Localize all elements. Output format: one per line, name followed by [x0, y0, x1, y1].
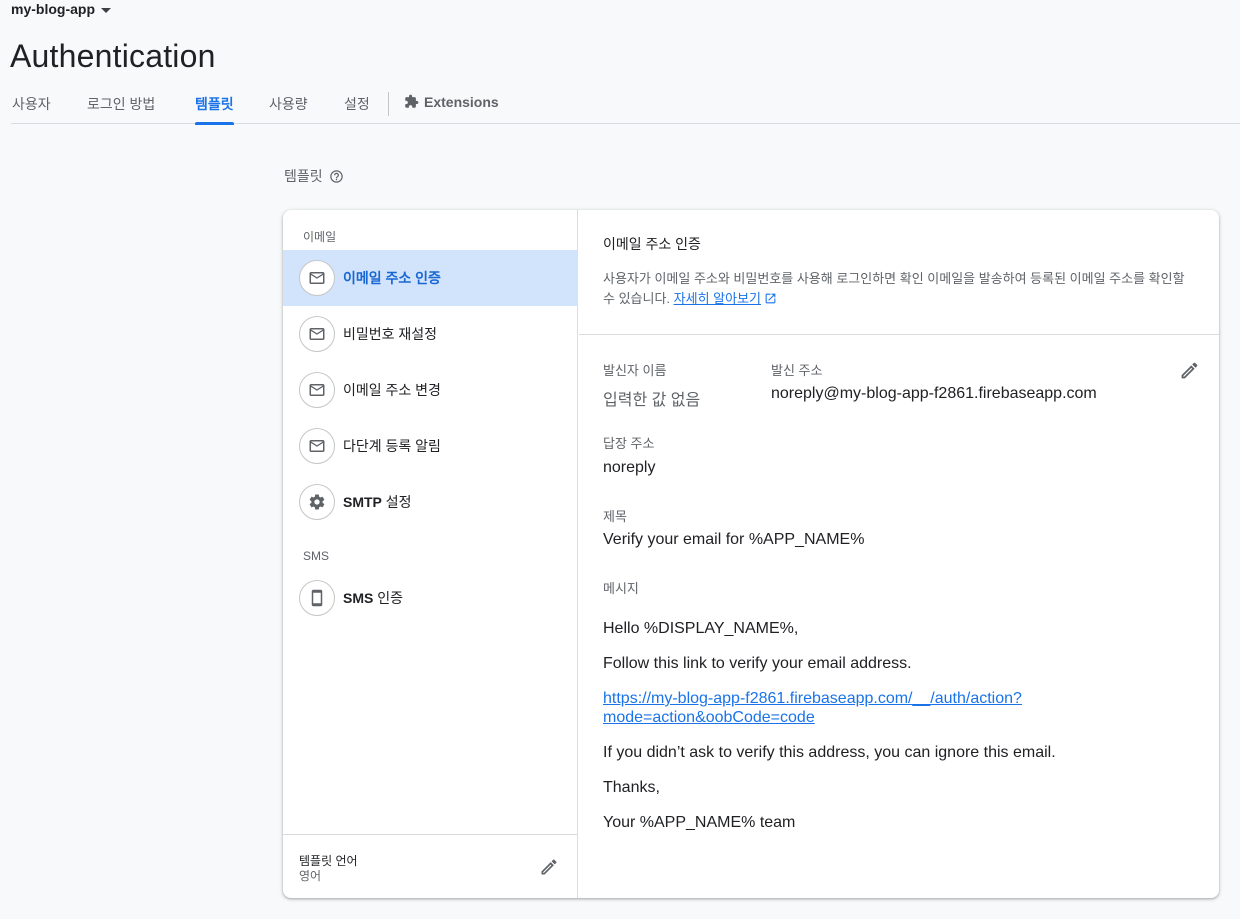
tab-bar: 사용자 로그인 방법 템플릿 사용량 설정 Extensions	[11, 88, 1240, 125]
subject-value: Verify your email for %APP_NAME%	[603, 531, 865, 548]
gear-icon	[299, 484, 335, 520]
template-item-label: SMTP 설정	[343, 492, 412, 512]
section-title: 템플릿	[284, 168, 323, 184]
template-detail: 이메일 주소 인증 사용자가 이메일 주소와 비밀번호를 사용해 로그인하면 확…	[579, 210, 1219, 898]
templates-card: 이메일 이메일 주소 인증 비밀번호 재설정 이메일 주소 변경 다단계 등록 …	[283, 210, 1219, 898]
tab-divider	[388, 92, 389, 116]
template-description: 사용자가 이메일 주소와 비밀번호를 사용해 로그인하면 확인 이메일을 발송하…	[603, 269, 1193, 311]
mail-icon	[299, 372, 335, 408]
template-list: 이메일 이메일 주소 인증 비밀번호 재설정 이메일 주소 변경 다단계 등록 …	[283, 210, 578, 898]
message-signature: Your %APP_NAME% team	[603, 814, 796, 831]
template-item-email-verification[interactable]: 이메일 주소 인증	[283, 250, 578, 306]
sms-label-rest: 인증	[373, 590, 403, 606]
tab-users[interactable]: 사용자	[12, 88, 51, 124]
sender-address-label: 발신 주소	[771, 363, 823, 378]
edit-template-button[interactable]	[1175, 356, 1203, 384]
pencil-icon[interactable]	[537, 855, 561, 879]
sender-name-label: 발신자 이름	[603, 363, 667, 378]
template-item-sms-verification[interactable]: SMS 인증	[283, 570, 578, 626]
message-label: 메시지	[603, 581, 639, 596]
message-thanks: Thanks,	[603, 779, 660, 796]
template-item-label: 다단계 등록 알림	[343, 438, 441, 454]
template-item-label: 이메일 주소 인증	[343, 270, 441, 286]
project-name: my-blog-app	[11, 1, 95, 17]
sender-name-value: 입력한 값 없음	[603, 392, 701, 409]
phone-icon	[299, 580, 335, 616]
section-label: 템플릿	[284, 166, 344, 186]
template-item-mfa-enrollment[interactable]: 다단계 등록 알림	[283, 418, 578, 474]
template-detail-header: 이메일 주소 인증 사용자가 이메일 주소와 비밀번호를 사용해 로그인하면 확…	[579, 210, 1219, 335]
sms-label-bold: SMS	[343, 590, 374, 606]
smtp-label-rest: 설정	[381, 494, 412, 510]
tab-extensions[interactable]: Extensions	[404, 88, 499, 124]
sms-group-label: SMS	[303, 549, 330, 563]
message-greeting: Hello %DISPLAY_NAME%,	[603, 620, 799, 637]
tab-extensions-label: Extensions	[424, 94, 499, 110]
chevron-down-icon	[101, 7, 111, 13]
reply-to-label: 답장 주소	[603, 436, 655, 451]
template-detail-title: 이메일 주소 인증	[603, 236, 701, 252]
pencil-icon	[1179, 360, 1200, 381]
verify-link[interactable]: https://my-blog-app-f2861.firebaseapp.co…	[603, 689, 1022, 727]
tab-settings[interactable]: 설정	[344, 88, 370, 124]
verify-link-part2: mode=action&oobCode=code	[603, 709, 815, 726]
tab-sign-in-method[interactable]: 로그인 방법	[87, 88, 155, 124]
template-language: 템플릿 언어 영어	[283, 834, 578, 898]
page-title: Authentication	[10, 38, 216, 74]
template-item-smtp-settings[interactable]: SMTP 설정	[283, 474, 578, 530]
reply-to-value: noreply	[603, 459, 656, 476]
subject-label: 제목	[603, 509, 627, 524]
template-item-label: 비밀번호 재설정	[343, 326, 438, 342]
learn-more-label: 자세히 알아보기	[673, 291, 761, 306]
verify-link-part1: https://my-blog-app-f2861.firebaseapp.co…	[603, 690, 1022, 707]
smtp-label-bold: SMTP	[343, 494, 382, 510]
template-item-password-reset[interactable]: 비밀번호 재설정	[283, 306, 578, 362]
email-group-label: 이메일	[303, 230, 337, 244]
template-item-label: 이메일 주소 변경	[343, 382, 441, 398]
open-in-new-icon	[764, 291, 777, 311]
template-language-value: 영어	[299, 869, 322, 883]
tab-usage[interactable]: 사용량	[269, 88, 308, 124]
template-item-email-change[interactable]: 이메일 주소 변경	[283, 362, 578, 418]
message-line: Follow this link to verify your email ad…	[603, 655, 912, 672]
extensions-icon	[404, 94, 419, 112]
sender-address-value: noreply@my-blog-app-f2861.firebaseapp.co…	[771, 385, 1097, 402]
message-line: If you didn’t ask to verify this address…	[603, 744, 1056, 761]
help-circle-icon[interactable]	[329, 169, 344, 184]
mail-icon	[299, 428, 335, 464]
mail-icon	[299, 260, 335, 296]
template-item-label: SMS 인증	[343, 588, 403, 608]
tab-templates[interactable]: 템플릿	[195, 88, 234, 125]
project-selector[interactable]: my-blog-app	[11, 1, 111, 17]
learn-more-link[interactable]: 자세히 알아보기	[674, 291, 777, 306]
mail-icon	[299, 316, 335, 352]
